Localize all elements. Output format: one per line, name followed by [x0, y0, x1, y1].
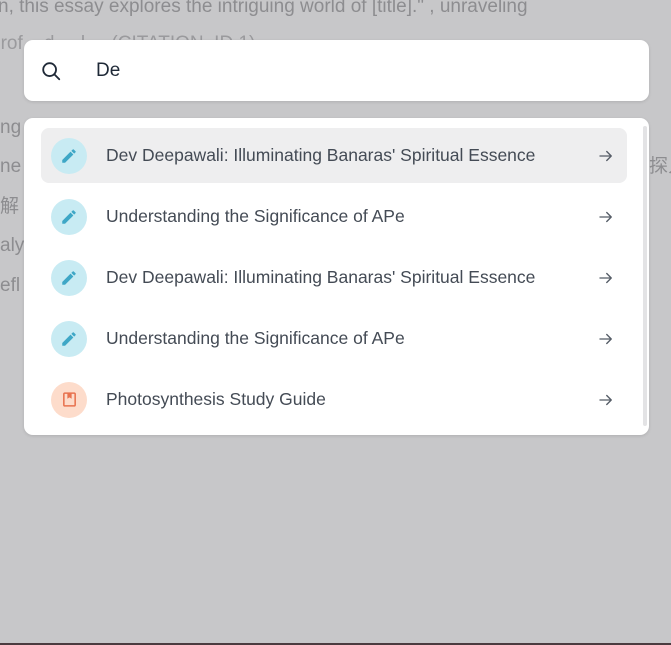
result-item[interactable]: Understanding the Significance of APe	[41, 311, 627, 366]
pencil-icon	[51, 137, 87, 174]
result-item[interactable]: Photosynthesis Study Guide	[41, 372, 627, 427]
book-icon	[51, 381, 87, 418]
result-label: Understanding the Significance of APe	[106, 206, 405, 226]
search-icon	[42, 62, 61, 81]
arrow-right-icon	[599, 333, 612, 345]
arrow-right-icon	[599, 150, 612, 162]
result-item[interactable]: Dev Deepawali: Illuminating Banaras' Spi…	[41, 128, 627, 183]
background-text-fragment: ng	[0, 117, 22, 138]
pencil-icon	[51, 259, 87, 296]
pencil-icon	[51, 320, 87, 357]
arrow-right-icon	[599, 394, 612, 406]
result-label: Understanding the Significance of APe	[106, 328, 405, 348]
background-text-fragment: ne	[0, 156, 22, 177]
background-text-fragment: efl	[0, 275, 21, 296]
background-text-fragment: 解	[0, 196, 20, 217]
result-label: Photosynthesis Study Guide	[106, 389, 326, 409]
background-text-line-1: n, this essay explores the intriguing wo…	[0, 0, 528, 17]
search-box[interactable]	[24, 40, 649, 101]
search-input[interactable]	[82, 54, 636, 88]
results-scrollbar[interactable]	[643, 126, 647, 426]
arrow-right-icon	[599, 272, 612, 284]
arrow-right-icon	[599, 211, 612, 223]
pencil-icon	[51, 198, 87, 235]
background-text-fragment: 探入	[649, 156, 671, 177]
result-label: Dev Deepawali: Illuminating Banaras' Spi…	[106, 145, 536, 165]
result-item[interactable]: Dev Deepawali: Illuminating Banaras' Spi…	[41, 250, 627, 305]
result-item[interactable]: Understanding the Significance of APe	[41, 189, 627, 244]
background-text-fragment: aly	[0, 235, 25, 256]
search-results-list: Dev Deepawali: Illuminating Banaras' Spi…	[24, 118, 649, 435]
result-label: Dev Deepawali: Illuminating Banaras' Spi…	[106, 267, 536, 287]
